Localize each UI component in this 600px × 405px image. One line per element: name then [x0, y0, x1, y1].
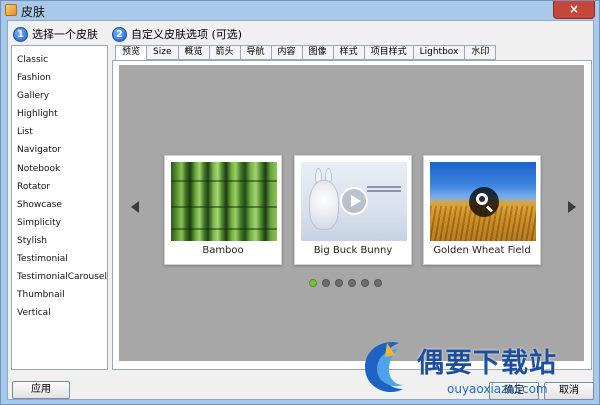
tab-image[interactable]: 图像 [302, 45, 334, 60]
tab-watermark[interactable]: 水印 [465, 45, 497, 60]
skin-list[interactable]: Classic Fashion Gallery Highlight List N… [11, 45, 108, 370]
carousel-card[interactable]: Golden Wheat Field [423, 155, 541, 265]
close-button[interactable]: × [553, 1, 595, 19]
carousel-card[interactable]: Bamboo [164, 155, 282, 265]
options-panel: 预览 Size 概览 箭头 导航 内容 图像 样式 项目样式 Lightbox … [112, 45, 592, 370]
pagination-dot[interactable] [335, 279, 343, 287]
tab-style[interactable]: 样式 [333, 45, 365, 60]
window-title: 皮肤 [21, 5, 46, 19]
zoom-icon[interactable] [469, 187, 499, 217]
carousel-preview: Bamboo Big Buck Bunny Golden Wheat Field [119, 65, 584, 361]
app-icon [5, 4, 17, 16]
card-caption: Golden Wheat Field [433, 245, 531, 256]
skin-item[interactable]: Vertical [12, 304, 107, 322]
skin-item[interactable]: Highlight [12, 105, 107, 123]
step-2-header: 2 自定义皮肤选项 (可选) [112, 25, 242, 43]
skin-item[interactable]: Navigator [12, 141, 107, 159]
tab-content[interactable]: 内容 [271, 45, 303, 60]
pagination-dots [309, 279, 382, 287]
pagination-dot[interactable] [361, 279, 369, 287]
step-1-badge: 1 [13, 26, 28, 42]
tab-lightbox[interactable]: Lightbox [413, 45, 466, 60]
tab-arrows[interactable]: 箭头 [209, 45, 241, 60]
arrow-right-icon[interactable] [568, 201, 576, 213]
card-caption: Big Buck Bunny [313, 245, 393, 256]
pagination-dot[interactable] [374, 279, 382, 287]
watermark-title: 偶要下载站 [417, 348, 557, 379]
tab-item-style[interactable]: 项目样式 [364, 45, 414, 60]
watermark-url: ouyaoxiazai.com [447, 382, 548, 396]
tab-navigation[interactable]: 导航 [240, 45, 272, 60]
tab-preview[interactable]: 预览 [115, 45, 148, 61]
skin-item[interactable]: Classic [12, 51, 107, 69]
skin-item[interactable]: Testimonial [12, 250, 107, 268]
skin-item[interactable]: TestimonialCarousel [12, 268, 107, 286]
skin-item[interactable]: Notebook [12, 160, 107, 178]
skin-item[interactable]: Thumbnail [12, 286, 107, 304]
skin-item[interactable]: Simplicity [12, 214, 107, 232]
zoom-lens [476, 193, 488, 205]
skin-item[interactable]: Gallery [12, 87, 107, 105]
wheat-field-thumbnail [430, 162, 536, 241]
skin-item[interactable]: List [12, 123, 107, 141]
apply-button[interactable]: 应用 [12, 381, 70, 399]
bunny-figure [309, 180, 339, 230]
card-caption: Bamboo [202, 245, 244, 256]
carousel-card[interactable]: Big Buck Bunny [294, 155, 412, 265]
pagination-dot[interactable] [322, 279, 330, 287]
skin-dialog: 皮肤 × 1 选择一个皮肤 2 自定义皮肤选项 (可选) Classic Fas… [0, 0, 600, 405]
zoom-handle [485, 205, 494, 213]
tab-bar: 预览 Size 概览 箭头 导航 内容 图像 样式 项目样式 Lightbox … [115, 45, 497, 61]
skin-item[interactable]: Fashion [12, 69, 107, 87]
step-1-label: 选择一个皮肤 [32, 28, 98, 41]
bamboo-thumbnail [171, 162, 277, 241]
watermark-logo-icon [365, 342, 403, 393]
skin-item[interactable]: Showcase [12, 196, 107, 214]
poster-text-lines [367, 186, 401, 196]
arrow-left-icon[interactable] [131, 201, 139, 213]
skin-item[interactable]: Rotator [12, 178, 107, 196]
pagination-dot[interactable] [348, 279, 356, 287]
title-bar[interactable]: 皮肤 × [1, 1, 600, 20]
step-1-header: 1 选择一个皮肤 [13, 25, 98, 43]
bamboo-node [171, 228, 277, 230]
step-2-badge: 2 [112, 26, 127, 42]
skin-item[interactable]: Stylish [12, 232, 107, 250]
tab-size[interactable]: Size [147, 45, 179, 60]
site-watermark: 偶要下载站 ouyaoxiazai.com [355, 331, 591, 403]
pagination-dot[interactable] [309, 279, 317, 287]
step-2-label: 自定义皮肤选项 (可选) [131, 28, 243, 41]
preview-tab-body: Bamboo Big Buck Bunny Golden Wheat Field [112, 60, 592, 370]
tab-overview[interactable]: 概览 [178, 45, 210, 60]
bamboo-node [171, 180, 277, 182]
big-buck-bunny-thumbnail [301, 162, 407, 241]
bamboo-node [171, 206, 277, 208]
play-icon[interactable] [340, 187, 368, 215]
